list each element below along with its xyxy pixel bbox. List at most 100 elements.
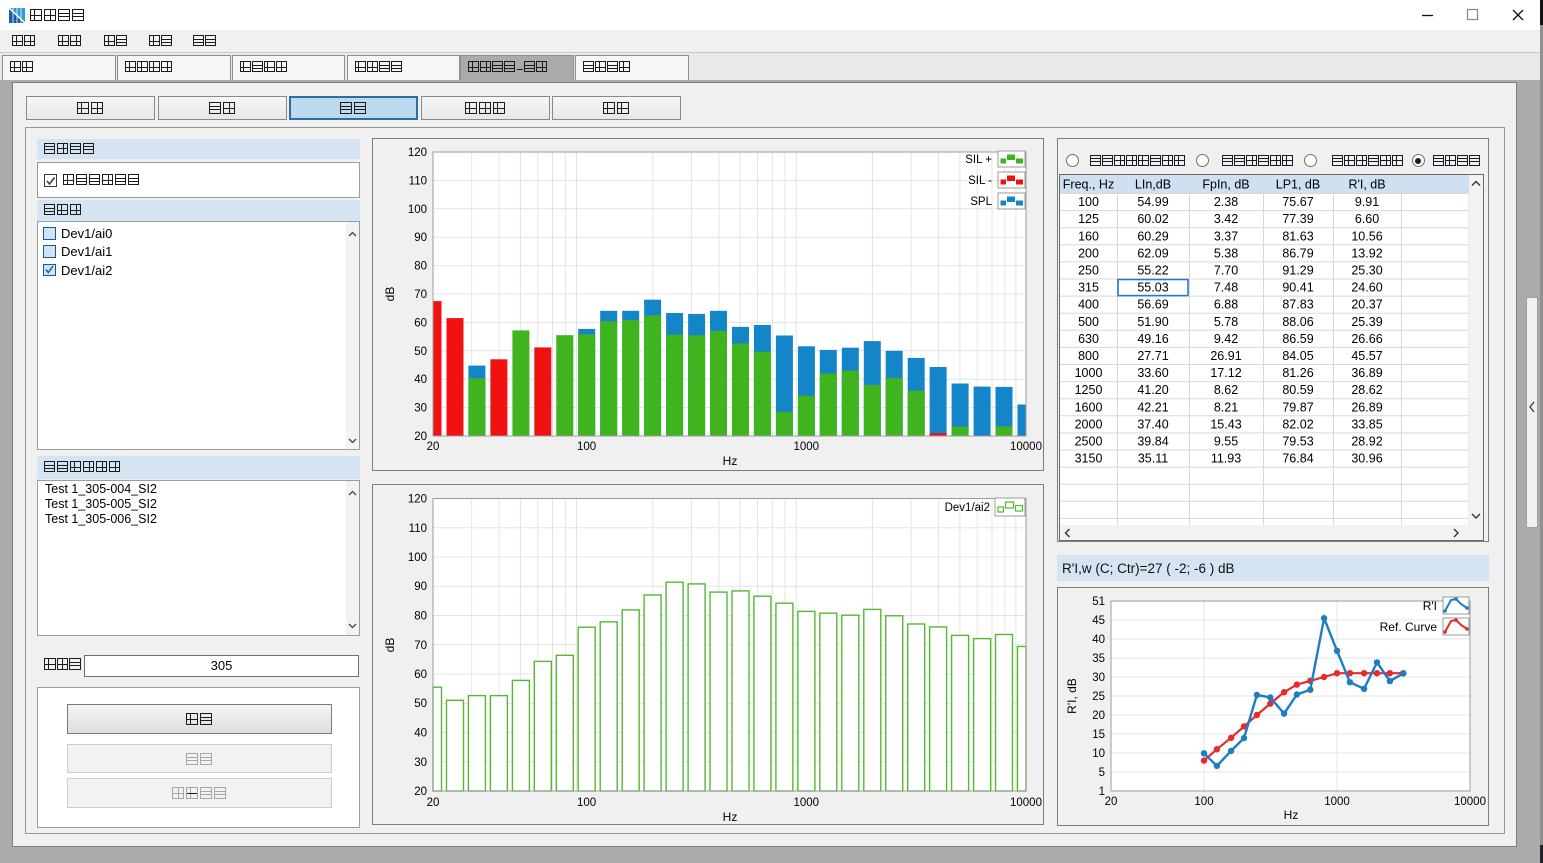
svg-text:86.79: 86.79: [1282, 246, 1313, 260]
svg-text:30.96: 30.96: [1351, 451, 1382, 465]
svg-text:120: 120: [408, 147, 427, 159]
svg-text:49.16: 49.16: [1137, 331, 1168, 345]
svg-text:50: 50: [414, 698, 427, 710]
svg-text:3150: 3150: [1075, 451, 1103, 465]
svg-text:2000: 2000: [1075, 417, 1103, 431]
svg-text:28.62: 28.62: [1351, 383, 1382, 397]
svg-text:79.87: 79.87: [1282, 400, 1313, 414]
svg-text:8.21: 8.21: [1214, 400, 1238, 414]
svg-text:20: 20: [414, 431, 427, 443]
svg-text:2500: 2500: [1075, 434, 1103, 448]
svg-text:80: 80: [414, 261, 427, 273]
svg-text:3.42: 3.42: [1214, 212, 1238, 226]
svg-text:9.91: 9.91: [1355, 195, 1379, 209]
svg-text:39.84: 39.84: [1137, 434, 1168, 448]
svg-text:30: 30: [414, 403, 427, 415]
svg-text:60: 60: [414, 317, 427, 329]
svg-text:91.29: 91.29: [1282, 263, 1313, 277]
svg-text:60.02: 60.02: [1137, 212, 1168, 226]
svg-text:SIL -: SIL -: [968, 175, 992, 187]
svg-text:80.59: 80.59: [1282, 383, 1313, 397]
svg-text:100: 100: [408, 204, 427, 216]
svg-text:20: 20: [414, 786, 427, 798]
svg-text:15: 15: [1092, 729, 1105, 741]
svg-text:51.90: 51.90: [1137, 314, 1168, 328]
svg-text:LP1, dB: LP1, dB: [1276, 177, 1320, 191]
svg-text:86.59: 86.59: [1282, 331, 1313, 345]
svg-text:40: 40: [414, 374, 427, 386]
svg-text:33.60: 33.60: [1137, 366, 1168, 380]
svg-text:90: 90: [414, 581, 427, 593]
svg-text:15.43: 15.43: [1210, 417, 1241, 431]
svg-text:1000: 1000: [1324, 796, 1350, 808]
svg-text:9.42: 9.42: [1214, 331, 1238, 345]
svg-text:1600: 1600: [1075, 400, 1103, 414]
svg-text:13.92: 13.92: [1351, 246, 1382, 260]
svg-text:FpIn, dB: FpIn, dB: [1202, 177, 1249, 191]
svg-text:5: 5: [1099, 767, 1105, 779]
svg-text:7.70: 7.70: [1214, 263, 1238, 277]
svg-text:2.38: 2.38: [1214, 195, 1238, 209]
svg-text:25.30: 25.30: [1351, 263, 1382, 277]
svg-text:50: 50: [414, 346, 427, 358]
svg-text:42.21: 42.21: [1137, 400, 1168, 414]
svg-text:70: 70: [414, 640, 427, 652]
svg-text:20: 20: [1105, 796, 1118, 808]
svg-text:30: 30: [1092, 672, 1105, 684]
svg-text:33.85: 33.85: [1351, 417, 1382, 431]
svg-text:26.89: 26.89: [1351, 400, 1382, 414]
svg-text:40: 40: [414, 728, 427, 740]
svg-text:45.57: 45.57: [1351, 349, 1382, 363]
svg-text:120: 120: [408, 494, 427, 506]
svg-text:76.84: 76.84: [1282, 451, 1313, 465]
svg-text:R'I, dB: R'I, dB: [1065, 678, 1079, 714]
svg-text:R'I, dB: R'I, dB: [1348, 177, 1385, 191]
svg-text:110: 110: [409, 523, 427, 535]
svg-text:6.88: 6.88: [1214, 297, 1238, 311]
svg-text:79.53: 79.53: [1282, 434, 1313, 448]
svg-text:35.11: 35.11: [1138, 451, 1168, 465]
svg-text:51: 51: [1092, 596, 1105, 608]
svg-text:8.62: 8.62: [1214, 383, 1238, 397]
svg-text:1000: 1000: [1075, 366, 1103, 380]
svg-text:54.99: 54.99: [1137, 195, 1168, 209]
svg-text:110: 110: [409, 175, 427, 187]
svg-text:20: 20: [427, 797, 440, 809]
svg-text:SPL: SPL: [970, 196, 992, 208]
svg-text:7.48: 7.48: [1214, 280, 1238, 294]
svg-text:Hz: Hz: [1284, 808, 1299, 822]
svg-text:10000: 10000: [1010, 797, 1042, 809]
svg-text:28.92: 28.92: [1351, 434, 1382, 448]
svg-text:55.03: 55.03: [1137, 280, 1168, 294]
svg-text:60: 60: [414, 669, 427, 681]
svg-text:100: 100: [408, 552, 427, 564]
svg-text:27.71: 27.71: [1137, 349, 1168, 363]
svg-text:LIn,dB: LIn,dB: [1135, 177, 1171, 191]
svg-text:100: 100: [577, 441, 596, 453]
svg-text:26.91: 26.91: [1210, 349, 1241, 363]
svg-text:315: 315: [1078, 280, 1099, 294]
svg-text:200: 200: [1078, 246, 1099, 260]
svg-text:62.09: 62.09: [1137, 246, 1168, 260]
svg-text:41.20: 41.20: [1137, 383, 1168, 397]
svg-text:80: 80: [414, 611, 427, 623]
svg-text:R'I: R'I: [1423, 599, 1437, 613]
svg-text:37.40: 37.40: [1137, 417, 1168, 431]
svg-text:5.38: 5.38: [1214, 246, 1238, 260]
svg-text:250: 250: [1078, 263, 1099, 277]
svg-text:36.89: 36.89: [1351, 366, 1382, 380]
svg-text:10000: 10000: [1454, 796, 1486, 808]
svg-text:26.66: 26.66: [1351, 331, 1382, 345]
svg-text:45: 45: [1092, 615, 1105, 627]
svg-text:Hz: Hz: [723, 454, 738, 468]
svg-text:25.39: 25.39: [1351, 314, 1382, 328]
svg-text:81.26: 81.26: [1282, 366, 1313, 380]
svg-text:630: 630: [1078, 331, 1099, 345]
svg-text:dB: dB: [383, 287, 397, 302]
svg-text:87.83: 87.83: [1282, 297, 1313, 311]
svg-text:55.22: 55.22: [1137, 263, 1168, 277]
svg-text:9.55: 9.55: [1214, 434, 1238, 448]
svg-text:82.02: 82.02: [1282, 417, 1313, 431]
svg-text:1000: 1000: [794, 797, 820, 809]
svg-text:77.39: 77.39: [1282, 212, 1313, 226]
